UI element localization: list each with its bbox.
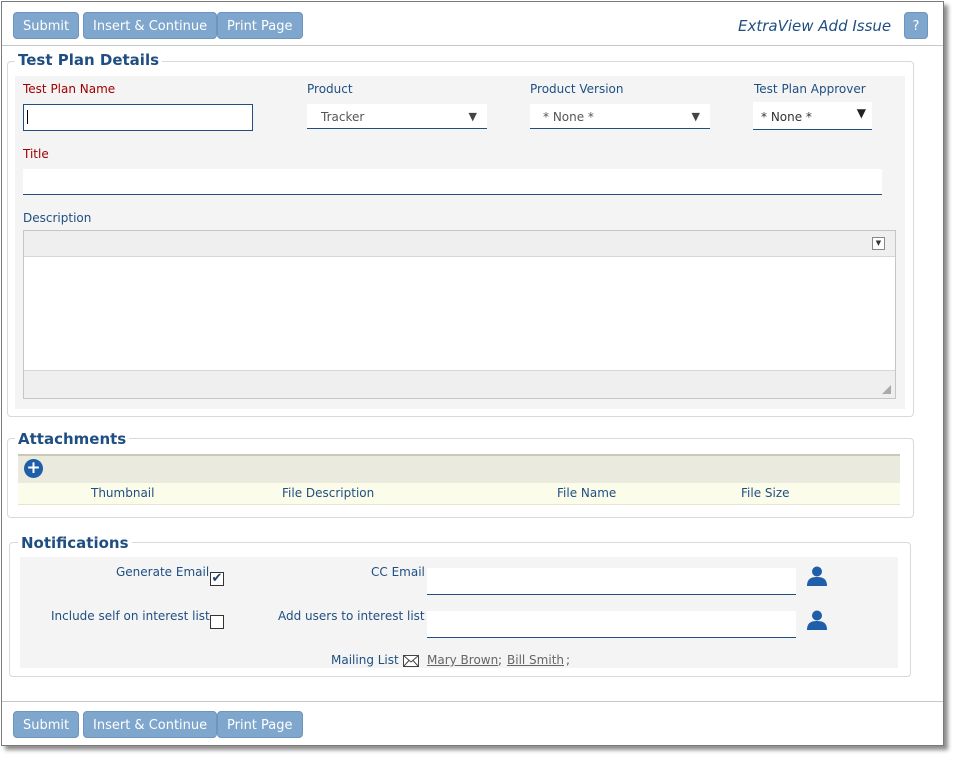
editor-status-bar [24,370,895,398]
attachments-legend: Attachments [15,430,130,448]
mailing-list-user-link[interactable]: Bill Smith [507,653,564,667]
include-self-label: Include self on interest list [51,609,210,623]
generate-email-checkbox[interactable]: ✔ [210,572,224,586]
add-issue-window: Submit Insert & Continue Print Page Extr… [1,1,944,746]
cc-email-input[interactable] [427,568,796,595]
mailing-list-label: Mailing List [331,653,399,667]
description-text-area[interactable] [24,257,895,370]
notifications-legend: Notifications [18,534,132,552]
submit-button-bottom[interactable]: Submit [13,711,80,738]
cc-email-label: CC Email [371,565,425,579]
approver-label: Test Plan Approver [754,82,866,96]
bottom-divider [2,701,943,702]
insert-continue-button-top[interactable]: Insert & Continue [83,12,218,39]
add-users-label: Add users to interest list [278,609,425,623]
resize-grip-icon[interactable] [882,385,891,394]
user-picker-icon[interactable] [806,565,828,587]
app-title: ExtraView Add Issue [738,17,892,35]
mailing-list-user-link[interactable]: Mary Brown [427,653,498,667]
column-file-size[interactable]: File Size [741,486,790,500]
title-input[interactable] [23,169,882,195]
chevron-down-icon: ▼ [856,106,866,120]
title-label: Title [23,147,49,161]
column-file-description[interactable]: File Description [282,486,374,500]
print-page-button-top[interactable]: Print Page [217,12,303,39]
insert-continue-button-bottom[interactable]: Insert & Continue [83,711,218,738]
mailing-list-separator: ; [498,653,503,667]
check-icon: ✔ [211,571,223,586]
product-select[interactable]: Tracker ▼ [307,104,487,129]
product-value: Tracker [321,110,365,124]
print-page-button-bottom[interactable]: Print Page [217,711,303,738]
generate-email-label: Generate Email [116,565,210,579]
test-plan-name-label: Test Plan Name [23,82,116,96]
attachments-toolbar: + [18,454,900,483]
chevron-down-icon: ▼ [691,110,700,123]
help-button[interactable]: ? [904,12,928,39]
top-divider [2,45,943,46]
product-label: Product [307,82,353,96]
test-plan-name-input[interactable] [23,104,253,131]
product-version-value: * None * [543,110,594,124]
description-label: Description [23,211,92,225]
toolbar-toggle-icon[interactable]: ▼ [872,237,885,250]
column-file-name[interactable]: File Name [557,486,616,500]
submit-button-top[interactable]: Submit [13,12,80,39]
include-self-checkbox[interactable] [210,615,224,629]
product-version-select[interactable]: * None * ▼ [530,104,710,129]
test-plan-details-legend: Test Plan Details [15,51,163,69]
description-editor[interactable]: ▼ [23,230,896,399]
user-picker-icon[interactable] [806,609,828,631]
approver-value: * None * [761,110,812,124]
mail-icon[interactable] [403,655,419,667]
editor-toolbar: ▼ [24,231,895,257]
add-attachment-icon[interactable]: + [24,459,43,478]
chevron-down-icon: ▼ [468,110,477,123]
column-thumbnail[interactable]: Thumbnail [91,486,154,500]
mailing-list-separator: ; [566,653,571,667]
text-cursor [27,110,28,124]
attachments-header-row: Thumbnail File Description File Name Fil… [18,483,900,505]
product-version-label: Product Version [530,82,624,96]
approver-select[interactable]: * None * ▼ [753,102,872,130]
add-users-input[interactable] [427,611,796,638]
